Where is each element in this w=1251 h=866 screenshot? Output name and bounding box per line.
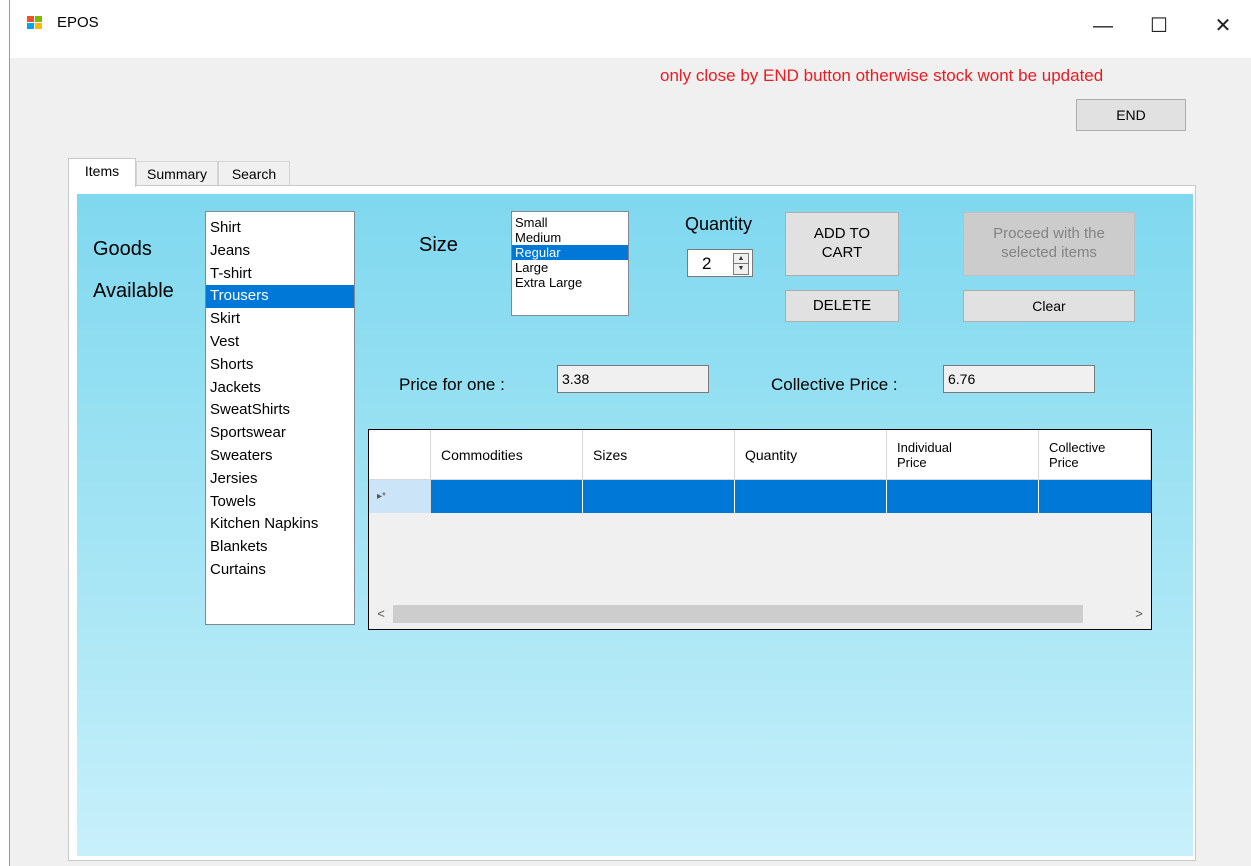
goods-label-line2: Available bbox=[93, 280, 174, 302]
column-header-sizes[interactable]: Sizes bbox=[583, 430, 735, 480]
row-header-new-row-icon[interactable]: ▸* bbox=[369, 480, 431, 513]
quantity-value[interactable]: 2 bbox=[702, 254, 711, 274]
goods-label-line1: Goods bbox=[93, 238, 152, 260]
goods-list-item[interactable]: Sportswear bbox=[206, 422, 354, 445]
stock-warning-text: only close by END button otherwise stock… bbox=[660, 66, 1104, 85]
column-header-commodities[interactable]: Commodities bbox=[431, 430, 583, 480]
quantity-label: Quantity bbox=[685, 214, 753, 234]
app-icon bbox=[27, 16, 43, 30]
column-header-text: Quantity bbox=[745, 446, 798, 463]
window-title: EPOS bbox=[57, 14, 99, 31]
table-row[interactable]: ▸* bbox=[369, 480, 1151, 513]
minimize-button[interactable]: — bbox=[1080, 0, 1126, 52]
delete-button[interactable]: DELETE bbox=[785, 290, 899, 322]
scroll-right-icon[interactable]: > bbox=[1127, 602, 1151, 626]
goods-list-item[interactable]: Vest bbox=[206, 331, 354, 354]
column-header-text-2: Price bbox=[897, 454, 927, 470]
size-list-item[interactable]: Medium bbox=[512, 230, 628, 245]
goods-list-item[interactable]: Blankets bbox=[206, 536, 354, 559]
column-header-text: Sizes bbox=[593, 446, 628, 463]
goods-list-item[interactable]: Sweaters bbox=[206, 445, 354, 468]
cell-commodities[interactable] bbox=[431, 480, 583, 513]
column-header-text: Commodities bbox=[441, 446, 523, 463]
column-header-text: Individual bbox=[897, 439, 952, 455]
cart-grid[interactable]: Commodities Sizes Quantity Individual Pri… bbox=[368, 429, 1152, 630]
spin-down-icon[interactable]: ▼ bbox=[734, 264, 748, 274]
goods-list-item[interactable]: Trousers bbox=[206, 285, 354, 309]
goods-list-item[interactable]: Jersies bbox=[206, 468, 354, 491]
size-listbox[interactable]: Small Medium Regular Large Extra Large bbox=[511, 211, 629, 316]
goods-list-item[interactable]: Towels bbox=[206, 491, 354, 514]
quantity-spin-buttons[interactable]: ▲ ▼ bbox=[733, 253, 749, 275]
grid-header: Commodities Sizes Quantity Individual Pri… bbox=[369, 430, 1151, 480]
grid-corner-header bbox=[369, 430, 431, 480]
goods-list-item[interactable]: Shirt bbox=[206, 217, 354, 240]
goods-list-item[interactable]: Jackets bbox=[206, 377, 354, 400]
column-header-quantity[interactable]: Quantity bbox=[735, 430, 887, 480]
goods-list-item[interactable]: Jeans bbox=[206, 240, 354, 263]
goods-listbox[interactable]: Shirt Jeans T-shirt Trousers Skirt Vest Shorts… bbox=[205, 211, 355, 625]
end-button[interactable]: END bbox=[1076, 99, 1186, 131]
goods-list-item[interactable]: Skirt bbox=[206, 308, 354, 331]
cell-collective-price[interactable] bbox=[1039, 480, 1151, 513]
size-list-item[interactable]: Regular bbox=[512, 245, 628, 260]
quantity-stepper[interactable]: 2 ▲ ▼ bbox=[687, 249, 753, 277]
size-list-item[interactable]: Large bbox=[512, 260, 628, 275]
tab-items[interactable]: Items bbox=[68, 158, 136, 187]
goods-list-item[interactable]: T-shirt bbox=[206, 263, 354, 286]
add-to-cart-label-line2: CART bbox=[821, 244, 863, 261]
price-for-one-field[interactable]: 3.38 bbox=[557, 365, 709, 393]
column-header-text-2: Price bbox=[1049, 454, 1079, 470]
tab-search[interactable]: Search bbox=[218, 161, 290, 186]
clear-button[interactable]: Clear bbox=[963, 290, 1135, 322]
column-header-individual-price[interactable]: Individual Price bbox=[887, 430, 1039, 480]
add-to-cart-label-line1: ADD TO bbox=[813, 225, 871, 242]
spin-up-icon[interactable]: ▲ bbox=[734, 254, 748, 264]
price-for-one-label: Price for one : bbox=[399, 375, 505, 394]
goods-list-item[interactable]: Curtains bbox=[206, 559, 354, 582]
add-to-cart-button[interactable]: ADD TO CART bbox=[785, 212, 899, 276]
collective-price-field[interactable]: 6.76 bbox=[943, 365, 1095, 393]
cell-sizes[interactable] bbox=[583, 480, 735, 513]
column-header-text: Collective bbox=[1049, 439, 1106, 455]
horizontal-scrollbar[interactable]: < > bbox=[369, 602, 1151, 626]
goods-list-item[interactable]: Kitchen Napkins bbox=[206, 513, 354, 536]
goods-list-item[interactable]: SweatShirts bbox=[206, 399, 354, 422]
close-button[interactable]: ✕ bbox=[1200, 0, 1246, 52]
cell-individual-price[interactable] bbox=[887, 480, 1039, 513]
cell-quantity[interactable] bbox=[735, 480, 887, 513]
proceed-button[interactable]: Proceed with the selected items bbox=[963, 212, 1135, 276]
collective-price-label: Collective Price : bbox=[771, 375, 898, 394]
size-list-item[interactable]: Extra Large bbox=[512, 275, 628, 290]
title-bar[interactable]: EPOS — ☐ ✕ bbox=[10, 0, 1251, 58]
column-header-collective-price[interactable]: Collective Price bbox=[1039, 430, 1151, 480]
goods-list-item[interactable]: Shorts bbox=[206, 354, 354, 377]
scroll-left-icon[interactable]: < bbox=[369, 602, 393, 626]
epos-window: EPOS — ☐ ✕ only close by END button othe… bbox=[9, 0, 1251, 866]
maximize-button[interactable]: ☐ bbox=[1136, 0, 1182, 52]
proceed-label-line2: selected items bbox=[1001, 244, 1097, 261]
tab-summary[interactable]: Summary bbox=[136, 161, 218, 186]
size-label: Size bbox=[419, 234, 458, 256]
scroll-thumb[interactable] bbox=[393, 605, 1083, 623]
size-list-item[interactable]: Small bbox=[512, 215, 628, 230]
proceed-label-line1: Proceed with the bbox=[993, 225, 1105, 242]
